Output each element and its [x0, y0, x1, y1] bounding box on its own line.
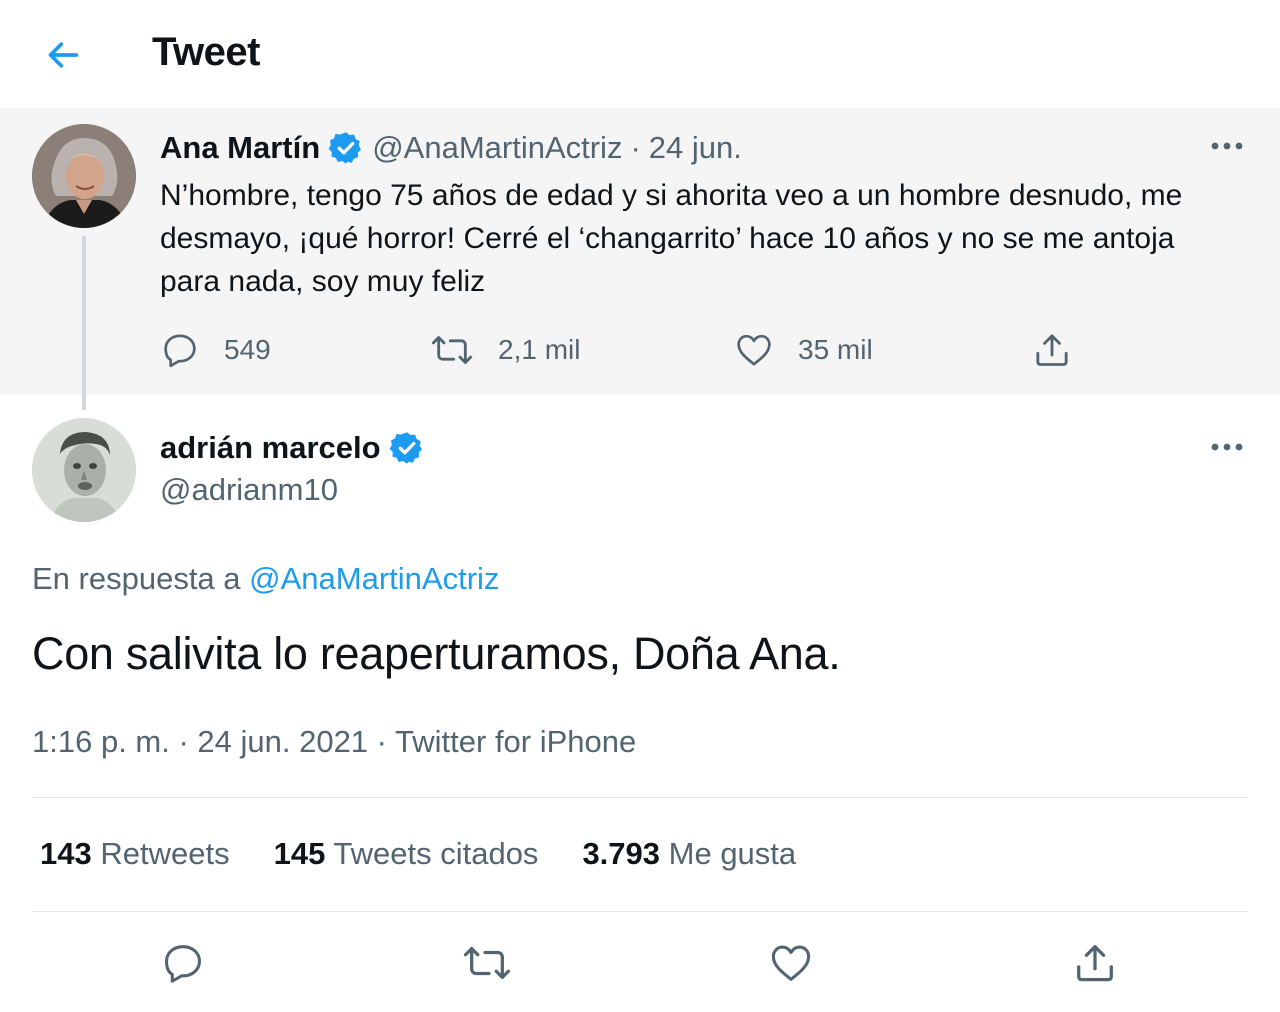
reply-count: 549 — [224, 334, 271, 365]
page-title: Tweet — [152, 30, 260, 74]
author-name[interactable]: Ana Martín — [160, 130, 320, 166]
author-handle[interactable]: @AnaMartinActriz — [372, 130, 622, 166]
avatar-ana-martin[interactable] — [32, 124, 136, 228]
stat-label: Retweets — [100, 836, 230, 871]
retweet-icon — [431, 336, 473, 364]
more-button[interactable] — [1207, 435, 1247, 459]
stat-quote-tweets[interactable]: 145 Tweets citados — [274, 836, 539, 872]
retweet-action[interactable]: 2,1 mil — [430, 328, 580, 372]
parent-tweet-meta: Ana Martín @AnaMartinActriz · 24 jun. — [160, 128, 742, 168]
stat-retweets[interactable]: 143 Retweets — [40, 836, 230, 872]
reply-author-row: adrián marcelo — [160, 428, 425, 468]
more-icon — [1211, 443, 1243, 451]
avatar-image — [32, 418, 136, 522]
main-tweet-text: Con salivita lo reaperturamos, Doña Ana. — [32, 628, 841, 679]
like-count: 35 mil — [798, 334, 873, 365]
back-button[interactable] — [40, 32, 86, 78]
share-button[interactable] — [1070, 938, 1120, 988]
reply-author-handle[interactable]: @adrianm10 — [160, 472, 338, 508]
reply-action[interactable]: 549 — [160, 328, 271, 372]
reply-context: En respuesta a @AnaMartinActriz — [32, 561, 499, 597]
tweet-timestamp[interactable]: 1:16 p. m. · 24 jun. 2021 · Twitter for … — [32, 724, 636, 760]
tweet-stats: 143 Retweets 145 Tweets citados 3.793 Me… — [40, 836, 796, 872]
page-header: Tweet — [0, 0, 1280, 108]
parent-tweet-text: N’hombre, tengo 75 años de edad y si aho… — [160, 179, 1183, 298]
reply-icon — [164, 945, 202, 983]
arrow-left-icon — [48, 42, 79, 68]
reply-prefix: En respuesta a — [32, 561, 241, 596]
heart-icon — [737, 334, 771, 366]
more-icon — [1211, 142, 1243, 150]
stat-label: Tweets citados — [333, 836, 539, 871]
retweet-count: 2,1 mil — [498, 334, 581, 365]
like-action[interactable]: 35 mil — [734, 328, 873, 372]
share-action[interactable] — [1032, 328, 1072, 372]
reply-mention-link[interactable]: @AnaMartinActriz — [249, 561, 499, 596]
avatar-image — [32, 124, 136, 228]
stat-likes[interactable]: 3.793 Me gusta — [582, 836, 796, 872]
tweet-date[interactable]: 24 jun. — [649, 130, 742, 166]
heart-icon — [771, 945, 811, 981]
reply-icon — [164, 334, 196, 368]
stat-count: 143 — [40, 836, 92, 871]
thread-line — [82, 236, 86, 410]
stat-count: 145 — [273, 836, 326, 871]
divider — [32, 911, 1248, 912]
reply-button[interactable] — [158, 938, 208, 988]
stat-label: Me gusta — [668, 836, 797, 871]
divider — [32, 797, 1248, 798]
retweet-button[interactable] — [462, 938, 512, 988]
meta-separator: · — [630, 130, 641, 165]
verified-badge-icon — [389, 430, 425, 466]
share-icon — [1077, 945, 1113, 982]
verified-badge-icon — [328, 130, 364, 166]
share-icon — [1036, 334, 1068, 366]
more-button[interactable] — [1207, 134, 1247, 158]
reply-author-name[interactable]: adrián marcelo — [160, 430, 381, 466]
avatar-adrian-marcelo[interactable] — [32, 418, 136, 522]
stat-count: 3.793 — [582, 836, 661, 871]
like-button[interactable] — [766, 938, 816, 988]
retweet-icon — [463, 946, 511, 980]
